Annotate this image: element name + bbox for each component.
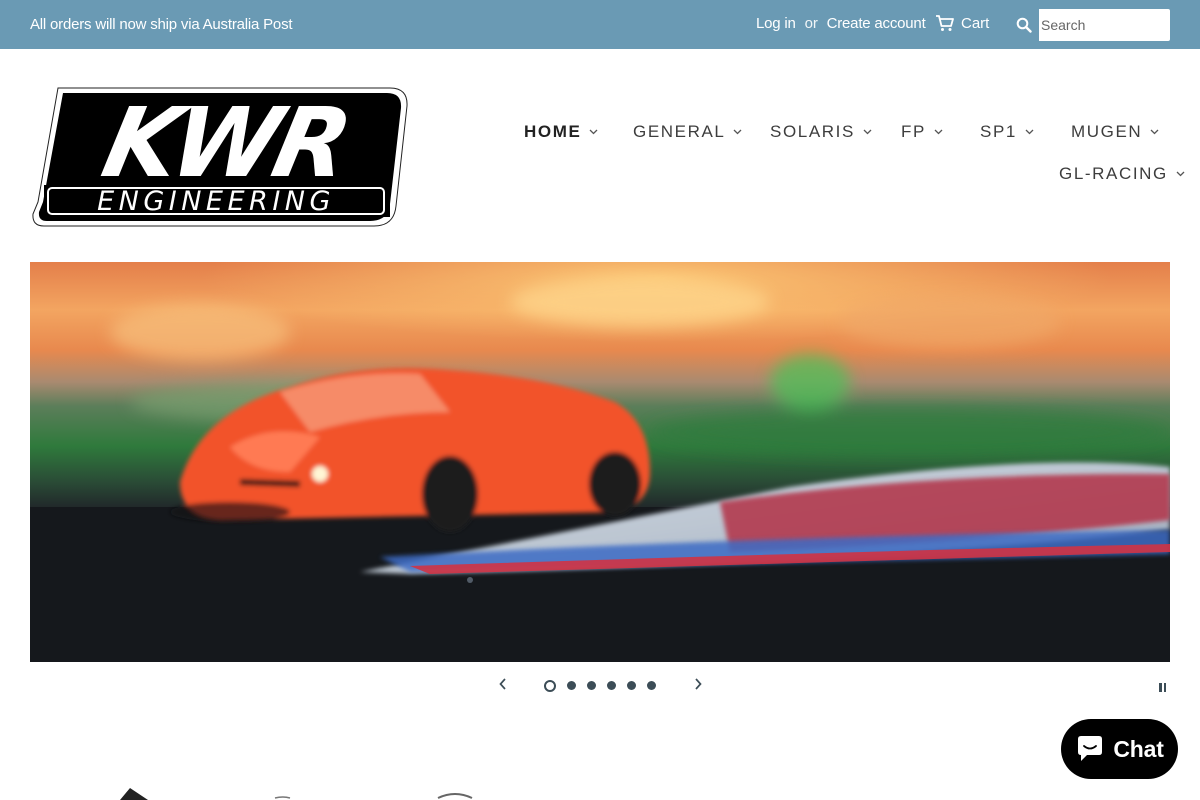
slide-dot-6[interactable] xyxy=(647,681,656,690)
slide-pause-icon[interactable] xyxy=(1159,683,1167,693)
logo-engineering-text: ENGINEERING xyxy=(97,186,335,217)
nav-item-gl-racing[interactable]: GL-RACING xyxy=(1059,164,1185,184)
nav-label: GENERAL xyxy=(633,122,726,141)
search-input[interactable] xyxy=(1040,9,1170,41)
slide-dot-2[interactable] xyxy=(567,681,576,690)
slide-next-arrow-icon[interactable] xyxy=(692,677,704,691)
cart-icon xyxy=(936,15,954,31)
nav-label: FP xyxy=(901,122,926,141)
search-icon[interactable] xyxy=(1009,9,1039,41)
chevron-down-icon xyxy=(934,129,943,135)
nav-label: HOME xyxy=(524,122,582,141)
announcement-bar: All orders will now ship via Australia P… xyxy=(0,0,1200,49)
nav-item-mugen[interactable]: MUGEN xyxy=(1071,122,1159,142)
slide-dot-4[interactable] xyxy=(607,681,616,690)
nav-label: SP1 xyxy=(980,122,1017,141)
nav-item-sp1[interactable]: SP1 xyxy=(980,122,1034,142)
collection-images-peek xyxy=(120,788,473,800)
chevron-down-icon xyxy=(1150,129,1159,135)
nav-label: GL-RACING xyxy=(1059,164,1168,183)
announcement-text: All orders will now ship via Australia P… xyxy=(30,16,293,33)
rc-car-photo xyxy=(30,262,1170,662)
nav-item-fp[interactable]: FP xyxy=(901,122,943,142)
chat-bubble-icon xyxy=(1078,736,1103,761)
slide-dot-3[interactable] xyxy=(587,681,596,690)
slide-dot-5[interactable] xyxy=(627,681,636,690)
chat-label: Chat xyxy=(1113,735,1164,762)
search-box xyxy=(1009,9,1170,41)
chevron-down-icon xyxy=(589,129,598,135)
chevron-down-icon xyxy=(863,129,872,135)
chevron-down-icon xyxy=(733,129,742,135)
cart-label: Cart xyxy=(961,14,990,32)
cart-link[interactable]: Cart xyxy=(935,14,989,32)
or-text: or xyxy=(804,15,818,32)
create-account-link[interactable]: Create account xyxy=(827,15,926,32)
login-link[interactable]: Log in xyxy=(756,15,796,32)
hero-slide-image[interactable] xyxy=(30,262,1170,662)
account-links: Log in or Create account xyxy=(756,15,926,32)
chevron-down-icon xyxy=(1025,129,1034,135)
chat-button[interactable]: Chat xyxy=(1061,719,1178,779)
nav-label: MUGEN xyxy=(1071,122,1143,141)
slide-dots xyxy=(544,679,656,692)
nav-item-home[interactable]: HOME xyxy=(524,122,598,142)
chevron-down-icon xyxy=(1176,171,1185,177)
nav-label: SOLARIS xyxy=(770,122,855,141)
nav-item-general[interactable]: GENERAL xyxy=(633,122,742,142)
slide-prev-arrow-icon[interactable] xyxy=(497,677,509,691)
nav-item-solaris[interactable]: SOLARIS xyxy=(770,122,872,142)
logo-kwr-text: KWR xyxy=(94,87,357,199)
slide-dot-1[interactable] xyxy=(544,679,556,692)
site-logo[interactable]: KWR ENGINEERING xyxy=(30,84,408,228)
kwr-logo-icon: KWR ENGINEERING xyxy=(32,87,408,227)
